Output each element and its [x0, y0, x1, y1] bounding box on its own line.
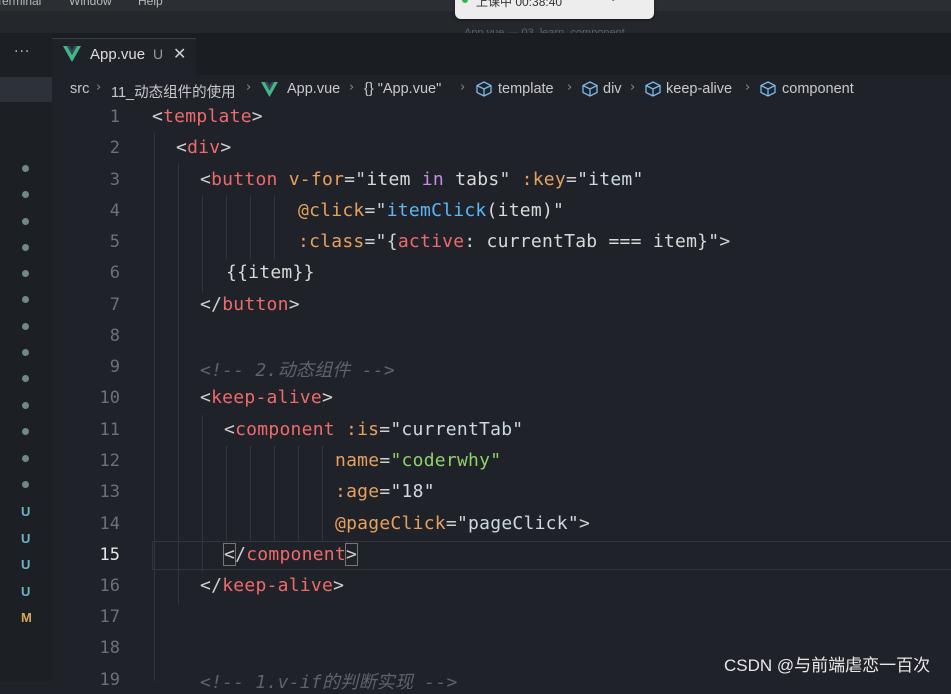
chevron-right-icon: ›: [349, 80, 355, 95]
breadcrumb-folder[interactable]: 11_动态组件的使用: [111, 81, 236, 102]
scm-modified-badge: M: [21, 610, 32, 625]
line-number: 10: [99, 388, 120, 408]
vue-logo-icon: [63, 46, 81, 62]
code-line-19: <!-- 1.v-if的判断实现 -->: [200, 672, 458, 693]
scm-untracked-badge: U: [21, 531, 31, 546]
line-number: 13: [99, 482, 120, 502]
line-number: 1: [109, 107, 120, 127]
code-line-12: name="coderwhy": [335, 450, 502, 471]
chevron-right-icon: ›: [745, 80, 751, 95]
scm-untracked-badge: U: [21, 504, 31, 519]
scm-dot-icon: [22, 481, 29, 488]
indent-guide: [202, 415, 203, 572]
line-number: 14: [99, 514, 120, 534]
scm-dot-icon: [22, 402, 29, 409]
line-number: 19: [99, 670, 120, 690]
tab-status-badge: U: [153, 46, 164, 62]
line-number: 6: [109, 263, 120, 283]
menu-window[interactable]: Window: [69, 0, 112, 8]
line-number: 4: [109, 201, 120, 221]
indent-guide: [274, 446, 275, 540]
code-line-5: :class="{active: currentTab === item}">: [298, 231, 731, 252]
symbol-field-icon: [645, 81, 661, 97]
indent-guide: [298, 446, 299, 540]
breadcrumb-keep-alive[interactable]: keep-alive: [666, 81, 732, 97]
symbol-field-icon: [582, 81, 598, 97]
code-line-16: </keep-alive>: [200, 575, 345, 596]
code-line-14: @pageClick="pageClick">: [335, 513, 591, 534]
scm-untracked-badge: U: [21, 557, 31, 572]
scm-dot-icon: [22, 323, 29, 330]
code-line-13: :age="18": [335, 481, 435, 502]
line-number: 3: [109, 170, 120, 190]
code-line-7: </button>: [200, 294, 300, 315]
code-line-10: <keep-alive>: [200, 387, 334, 408]
code-line-2: <div>: [176, 137, 232, 158]
line-number: 2: [109, 138, 120, 158]
symbol-field-icon: [760, 81, 776, 97]
watermark-text: CSDN @与前端虐恋一百次: [724, 656, 931, 675]
scm-dot-icon: [22, 191, 29, 198]
menu-help[interactable]: Help: [138, 0, 163, 8]
code-editor[interactable]: [52, 105, 951, 681]
indent-guide: [154, 133, 155, 681]
breadcrumb-template[interactable]: template: [498, 81, 554, 97]
chevron-right-icon: ›: [630, 80, 636, 95]
code-line-1: <template>: [152, 106, 263, 127]
breadcrumb-object[interactable]: {} "App.vue": [364, 81, 441, 97]
scm-dot-icon: [22, 375, 29, 382]
scm-dot-icon: [22, 428, 29, 435]
line-number: 11: [99, 420, 120, 440]
chevron-right-icon: ›: [567, 80, 573, 95]
scm-untracked-badge: U: [21, 584, 31, 599]
line-number: 16: [99, 576, 120, 596]
scm-dot-icon: [22, 165, 29, 172]
indent-guide: [226, 196, 227, 259]
chevron-right-icon: ›: [246, 80, 252, 95]
line-number: 18: [99, 638, 120, 658]
breadcrumb-div[interactable]: div: [603, 81, 622, 97]
line-number: 17: [99, 607, 120, 627]
vue-logo-icon: [261, 82, 278, 97]
indent-guide: [202, 196, 203, 292]
explorer-selected-row[interactable]: [0, 77, 52, 102]
indent-guide: [250, 446, 251, 540]
line-number: 8: [109, 326, 120, 346]
close-icon[interactable]: ✕: [173, 44, 186, 63]
line-number: 12: [99, 451, 120, 471]
scm-dot-icon: [22, 218, 29, 225]
tab-label[interactable]: App.vue: [90, 46, 145, 63]
chevron-right-icon: ›: [460, 80, 466, 95]
line-number-current: 15: [99, 545, 120, 565]
indent-guide: [250, 196, 251, 259]
code-line-6: {{item}}: [226, 262, 315, 283]
breadcrumb-src[interactable]: src: [70, 81, 89, 97]
code-line-9: <!-- 2.动态组件 -->: [200, 360, 395, 381]
chevron-right-icon: ›: [96, 80, 102, 95]
recording-status: 上课中 00:38:40: [476, 0, 563, 9]
scm-dot-icon: [22, 270, 29, 277]
line-number: 9: [109, 357, 120, 377]
indent-guide: [274, 196, 275, 259]
scm-dot-icon: [22, 244, 29, 251]
menu-terminal[interactable]: Terminal: [0, 0, 41, 8]
scm-dot-icon: [22, 296, 29, 303]
scm-dot-icon: [22, 349, 29, 356]
breadcrumb-component[interactable]: component: [782, 81, 854, 97]
indent-guide: [226, 446, 227, 540]
code-line-11: <component :is="currentTab": [224, 419, 524, 440]
scm-dot-icon: [22, 455, 29, 462]
code-line-3: <button v-for="item in tabs" :key="item": [200, 169, 644, 190]
code-line-15: </component>: [222, 543, 359, 566]
indent-guide: [178, 164, 179, 604]
line-number: 7: [109, 295, 120, 315]
code-line-4: @click="itemClick(item)": [298, 200, 565, 221]
line-number: 5: [109, 232, 120, 252]
indent-guide: [322, 446, 323, 540]
symbol-field-icon: [476, 81, 492, 97]
breadcrumb-file[interactable]: App.vue: [287, 81, 340, 97]
chevron-down-icon[interactable]: ⌄: [609, 0, 617, 4]
more-actions-icon[interactable]: ···: [14, 44, 30, 60]
